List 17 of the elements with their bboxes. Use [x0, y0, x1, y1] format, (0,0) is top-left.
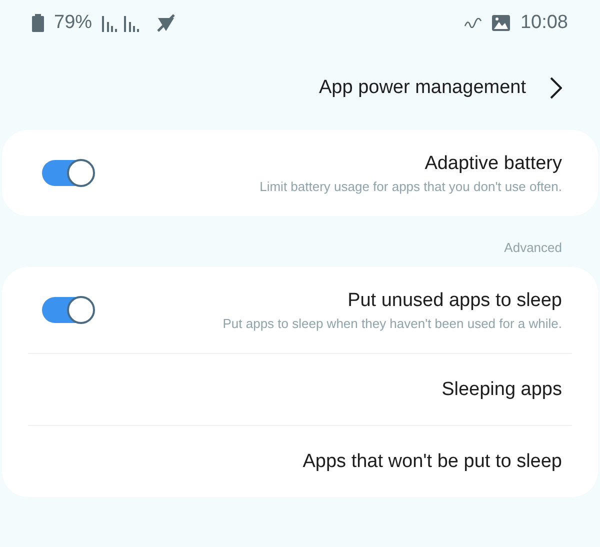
- setting-description: Put apps to sleep when they haven't been used for a while.: [222, 316, 562, 330]
- signature-icon: [464, 18, 482, 28]
- page-title: App power management: [318, 77, 526, 99]
- battery-icon: [32, 14, 44, 32]
- setting-title: Put unused apps to sleep: [348, 290, 562, 312]
- setting-title[interactable]: Apps that won't be put to sleep: [302, 450, 562, 472]
- wifi-off-icon: [156, 14, 176, 32]
- image-icon: [492, 15, 510, 31]
- section-header: Advanced: [504, 239, 563, 257]
- toggle-switch[interactable]: [42, 160, 94, 186]
- battery-level: 79%: [54, 12, 92, 34]
- setting-title[interactable]: Sleeping apps: [442, 378, 562, 400]
- toggle-switch[interactable]: [42, 297, 94, 323]
- clock-time: 10:08: [520, 12, 568, 34]
- back-icon[interactable]: [550, 77, 562, 99]
- setting-description: Limit battery usage for apps that you don't use often.: [260, 178, 562, 194]
- setting-title: Adaptive battery: [424, 152, 562, 174]
